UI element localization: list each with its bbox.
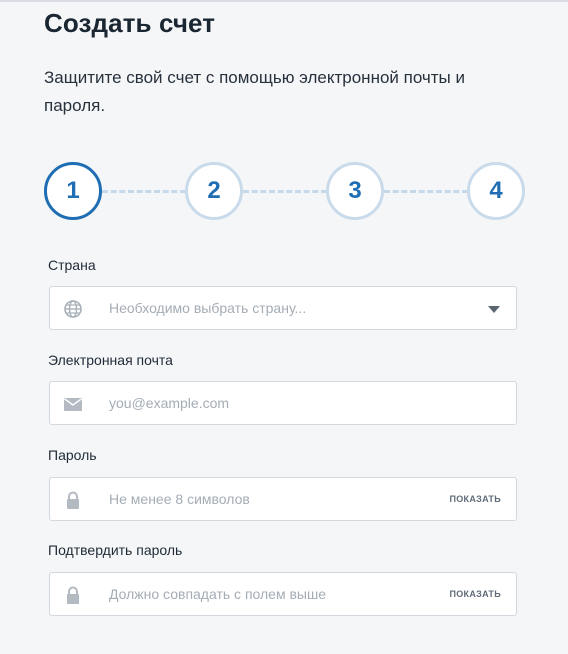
country-label: Страна (48, 257, 96, 273)
chevron-down-icon[interactable] (488, 306, 500, 313)
page-title: Создать счет (44, 8, 216, 38)
step-connector (384, 190, 468, 193)
globe-icon (64, 300, 82, 318)
confirm-password-placeholder: Должно совпадать с полем выше (109, 586, 326, 602)
progress-stepper: 1 2 3 4 (44, 162, 526, 220)
step-2[interactable]: 2 (185, 162, 243, 220)
password-field[interactable]: Не менее 8 символов ПОКАЗАТЬ (49, 477, 517, 521)
lock-icon (67, 491, 79, 509)
step-3[interactable]: 3 (326, 162, 384, 220)
email-placeholder: you@example.com (109, 395, 230, 411)
step-4[interactable]: 4 (467, 162, 525, 220)
country-placeholder: Необходимо выбрать страну... (109, 300, 307, 316)
email-field[interactable]: you@example.com (49, 381, 517, 425)
step-connector (243, 190, 327, 193)
top-divider (0, 0, 568, 2)
show-password-button[interactable]: ПОКАЗАТЬ (449, 494, 501, 504)
password-placeholder: Не менее 8 символов (109, 491, 250, 507)
step-1[interactable]: 1 (44, 162, 102, 220)
confirm-password-field[interactable]: Должно совпадать с полем выше ПОКАЗАТЬ (49, 572, 517, 616)
envelope-icon (64, 398, 82, 411)
email-label: Электронная почта (48, 352, 173, 368)
page-subtitle: Защитите свой счет с помощью электронной… (44, 68, 465, 115)
confirm-password-label: Подтвердить пароль (48, 542, 183, 558)
show-confirm-password-button[interactable]: ПОКАЗАТЬ (449, 589, 501, 599)
password-label: Пароль (48, 447, 97, 463)
lock-icon (67, 586, 79, 604)
step-connector (102, 190, 186, 193)
country-select[interactable]: Необходимо выбрать страну... (49, 286, 517, 330)
